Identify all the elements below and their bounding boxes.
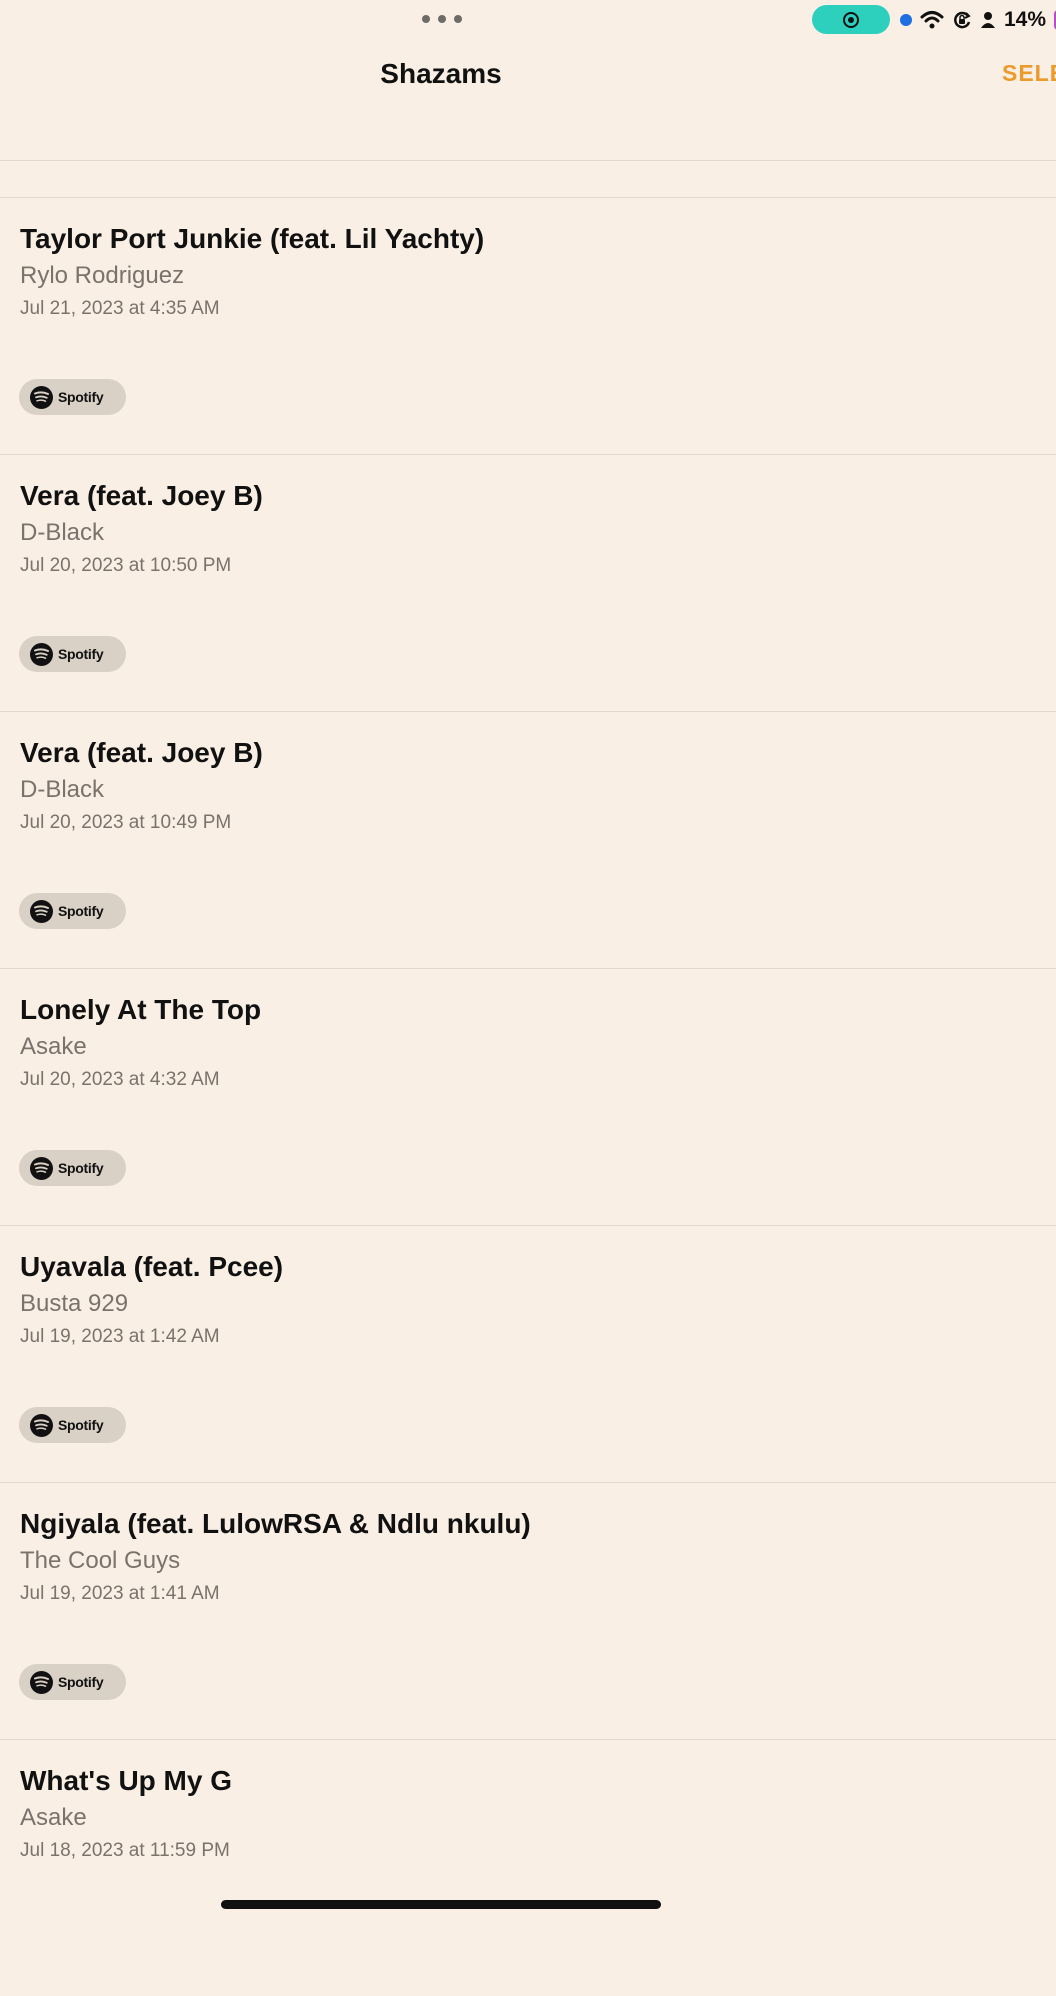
spotify-label: Spotify	[58, 1417, 104, 1433]
track-date: Jul 18, 2023 at 11:59 PM	[20, 1840, 230, 1861]
home-indicator[interactable]	[221, 1900, 661, 1909]
spotify-label: Spotify	[58, 389, 104, 405]
track-title: Vera (feat. Joey B)	[20, 737, 263, 768]
track-artist: D-Black	[20, 519, 105, 546]
spotify-icon	[30, 1670, 53, 1694]
spotify-label: Spotify	[58, 646, 104, 662]
shazam-list: Taylor Port Junkie (feat. Lil Yachty) Ry…	[0, 197, 1056, 1996]
spotify-label: Spotify	[58, 1674, 104, 1690]
track-date: Jul 20, 2023 at 10:50 PM	[20, 555, 232, 576]
spotify-icon	[30, 899, 53, 923]
open-in-spotify-button[interactable]: Spotify	[19, 1150, 126, 1186]
track-title: Lonely At The Top	[20, 994, 262, 1025]
list-item[interactable]: What's Up My G Asake Jul 18, 2023 at 11:…	[0, 1739, 1056, 1996]
list-item[interactable]: Vera (feat. Joey B) D-Black Jul 20, 2023…	[0, 454, 1056, 711]
track-date: Jul 19, 2023 at 1:42 AM	[20, 1326, 220, 1347]
list-item[interactable]: Uyavala (feat. Pcee) Busta 929 Jul 19, 2…	[0, 1225, 1056, 1482]
spotify-icon	[30, 385, 53, 409]
list-item[interactable]: Lonely At The Top Asake Jul 20, 2023 at …	[0, 968, 1056, 1225]
track-date: Jul 20, 2023 at 10:49 PM	[20, 812, 232, 833]
list-item[interactable]: Ngiyala (feat. LulowRSA & Ndlu nkulu) Th…	[0, 1482, 1056, 1739]
track-artist: The Cool Guys	[20, 1547, 181, 1574]
page-title: Shazams	[380, 58, 502, 89]
status-icons: 14%	[900, 5, 1056, 35]
screen-record-icon	[843, 11, 859, 28]
screen-record-indicator[interactable]	[812, 5, 890, 34]
status-bar: 14%	[0, 0, 1056, 40]
track-artist: Rylo Rodriguez	[20, 262, 185, 289]
select-button[interactable]: SELE	[1002, 60, 1056, 87]
open-in-spotify-button[interactable]: Spotify	[19, 636, 126, 672]
list-item[interactable]: Taylor Port Junkie (feat. Lil Yachty) Ry…	[0, 197, 1056, 454]
track-artist: D-Black	[20, 776, 105, 803]
open-in-spotify-button[interactable]: Spotify	[19, 1407, 126, 1443]
spotify-icon	[30, 1156, 53, 1180]
list-item[interactable]: Vera (feat. Joey B) D-Black Jul 20, 2023…	[0, 711, 1056, 968]
open-in-spotify-button[interactable]: Spotify	[19, 1664, 126, 1700]
person-icon	[980, 11, 996, 29]
open-in-spotify-button[interactable]: Spotify	[19, 379, 126, 415]
microphone-indicator	[900, 14, 912, 26]
track-artist: Busta 929	[20, 1290, 129, 1317]
track-title: Taylor Port Junkie (feat. Lil Yachty)	[20, 223, 485, 254]
spotify-icon	[30, 1413, 53, 1437]
spotify-icon	[30, 642, 53, 666]
spotify-label: Spotify	[58, 1160, 104, 1176]
track-date: Jul 19, 2023 at 1:41 AM	[20, 1583, 220, 1604]
orientation-lock-icon	[952, 10, 972, 30]
track-title: Uyavala (feat. Pcee)	[20, 1251, 284, 1282]
navigation-bar: Shazams SELE	[0, 40, 1056, 161]
battery-percent: 14%	[1004, 8, 1047, 31]
multitasking-dots-icon[interactable]	[422, 14, 462, 24]
track-title: Ngiyala (feat. LulowRSA & Ndlu nkulu)	[20, 1508, 531, 1539]
wifi-icon	[920, 10, 944, 30]
track-artist: Asake	[20, 1033, 87, 1060]
open-in-spotify-button[interactable]: Spotify	[19, 893, 126, 929]
track-title: Vera (feat. Joey B)	[20, 480, 263, 511]
track-date: Jul 21, 2023 at 4:35 AM	[20, 298, 220, 319]
track-date: Jul 20, 2023 at 4:32 AM	[20, 1069, 220, 1090]
track-artist: Asake	[20, 1804, 87, 1831]
track-title: What's Up My G	[20, 1765, 232, 1796]
spotify-label: Spotify	[58, 903, 104, 919]
